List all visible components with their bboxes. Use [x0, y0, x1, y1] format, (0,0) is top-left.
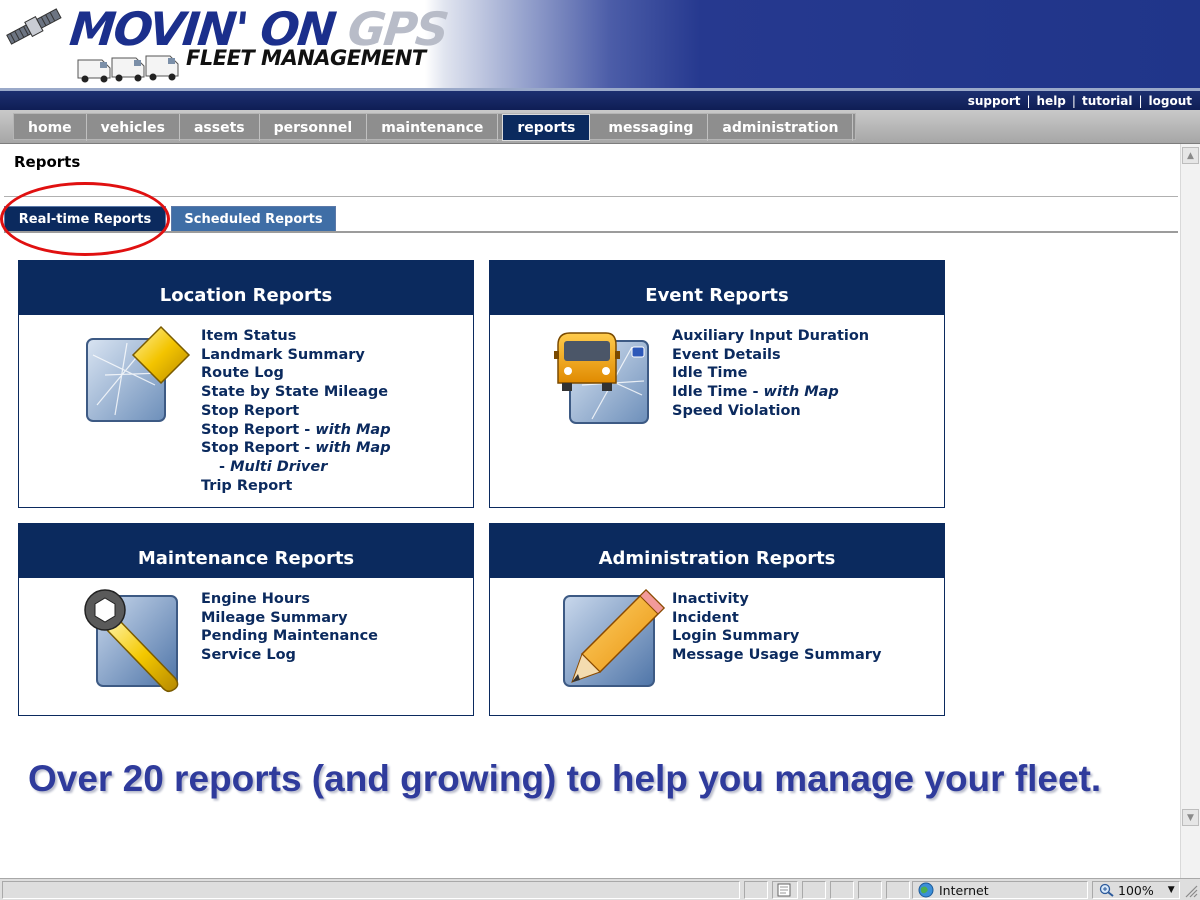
status-cell [886, 881, 910, 899]
logout-link[interactable]: logout [1143, 94, 1198, 108]
report-link-event-details[interactable]: Event Details [672, 346, 869, 365]
wrench-icon [84, 589, 179, 693]
scroll-up-icon[interactable]: ▲ [1182, 147, 1199, 164]
vans-icon [77, 55, 179, 83]
page-title: Reports [14, 153, 81, 171]
report-link-incident[interactable]: Incident [672, 609, 881, 628]
report-link-auxiliary-input[interactable]: Auxiliary Input Duration [672, 327, 869, 346]
zoom-icon [1099, 883, 1114, 897]
security-zone[interactable]: Internet [912, 881, 1088, 899]
vertical-scrollbar[interactable]: ▲ ▼ [1180, 144, 1200, 878]
event-reports-panel: Event Reports Auxiliary Input Duration E… [489, 260, 945, 508]
panel-title: Event Reports [490, 261, 944, 315]
status-text [2, 881, 740, 899]
header-banner: MOVIN' ON GPS FLEET MANAGEMENT [0, 0, 1200, 88]
utility-links: support | help | tutorial | logout [962, 94, 1198, 108]
scroll-down-icon[interactable]: ▼ [1182, 809, 1199, 826]
zoom-level: 100% [1118, 882, 1154, 898]
divider [4, 196, 1178, 197]
report-link-multi-driver[interactable]: - Multi Driver [201, 458, 391, 477]
report-link-login-summary[interactable]: Login Summary [672, 627, 881, 646]
nav-bar: home vehicles assets personnel maintenan… [13, 113, 857, 141]
report-link-list: Item Status Landmark Summary Route Log S… [201, 327, 391, 495]
nav-reports[interactable]: reports [502, 114, 591, 141]
report-link-stop-report[interactable]: Stop Report [201, 402, 391, 421]
divider [4, 231, 1178, 233]
status-bar: Internet 100% ▼ [0, 878, 1200, 900]
panel-title: Administration Reports [490, 524, 944, 578]
report-link-stop-report-map-multi[interactable]: Stop Report - with Map [201, 439, 391, 458]
utility-bar: support | help | tutorial | logout [0, 88, 1200, 110]
status-cell [772, 881, 798, 899]
globe-icon [918, 882, 934, 898]
report-link-landmark-summary[interactable]: Landmark Summary [201, 346, 391, 365]
report-link-idle-time[interactable]: Idle Time [672, 364, 869, 383]
resize-grip-icon[interactable] [1182, 882, 1198, 898]
maintenance-reports-panel: Maintenance Reports Engine Hours Mileage… [18, 523, 474, 716]
main-content: Reports Real-time Reports Scheduled Repo… [0, 144, 1180, 878]
report-link-list: Engine Hours Mileage Summary Pending Mai… [201, 590, 378, 665]
tab-real-time-reports[interactable]: Real-time Reports [4, 206, 166, 232]
van-map-icon [554, 332, 649, 424]
report-link-service-log[interactable]: Service Log [201, 646, 378, 665]
report-link-speed-violation[interactable]: Speed Violation [672, 402, 869, 421]
nav-messaging[interactable]: messaging [594, 114, 709, 141]
report-link-idle-time-map[interactable]: Idle Time - with Map [672, 383, 869, 402]
report-link-mileage-summary[interactable]: Mileage Summary [201, 609, 378, 628]
report-link-trip-report[interactable]: Trip Report [201, 477, 391, 496]
report-link-stop-report-map[interactable]: Stop Report - with Map [201, 421, 391, 440]
status-cell [830, 881, 854, 899]
report-link-engine-hours[interactable]: Engine Hours [201, 590, 378, 609]
report-link-state-mileage[interactable]: State by State Mileage [201, 383, 391, 402]
map-diamond-icon [86, 325, 191, 422]
report-link-route-log[interactable]: Route Log [201, 364, 391, 383]
report-link-list: Auxiliary Input Duration Event Details I… [672, 327, 869, 421]
administration-reports-panel: Administration Reports Inactivity Incide… [489, 523, 945, 716]
support-link[interactable]: support [962, 94, 1027, 108]
brand-tagline: FLEET MANAGEMENT [186, 46, 426, 70]
nav-maintenance[interactable]: maintenance [367, 114, 499, 141]
report-link-pending-maintenance[interactable]: Pending Maintenance [201, 627, 378, 646]
browser-page: MOVIN' ON GPS FLEET MANAGEMENT support |… [0, 0, 1200, 900]
status-cell [858, 881, 882, 899]
promo-caption: Over 20 reports (and growing) to help yo… [28, 758, 1102, 799]
report-link-message-usage[interactable]: Message Usage Summary [672, 646, 881, 665]
location-reports-panel: Location Reports Item Status Landmark Su… [18, 260, 474, 508]
report-link-list: Inactivity Incident Login Summary Messag… [672, 590, 881, 665]
report-link-item-status[interactable]: Item Status [201, 327, 391, 346]
status-cell [802, 881, 826, 899]
nav-vehicles[interactable]: vehicles [87, 114, 180, 141]
status-cell [744, 881, 768, 899]
nav-personnel[interactable]: personnel [260, 114, 368, 141]
tutorial-link[interactable]: tutorial [1076, 94, 1139, 108]
zone-label: Internet [939, 882, 989, 898]
panel-title: Maintenance Reports [19, 524, 473, 578]
chevron-down-icon[interactable]: ▼ [1168, 885, 1175, 895]
nav-assets[interactable]: assets [180, 114, 260, 141]
pencil-icon [563, 588, 666, 687]
page-status-icon [777, 883, 791, 897]
panel-title: Location Reports [19, 261, 473, 315]
brand-logo[interactable]: MOVIN' ON GPS FLEET MANAGEMENT [0, 0, 450, 88]
satellite-icon [6, 8, 62, 45]
main-nav: home vehicles assets personnel maintenan… [0, 110, 1200, 144]
nav-administration[interactable]: administration [708, 114, 854, 141]
report-link-inactivity[interactable]: Inactivity [672, 590, 881, 609]
nav-home[interactable]: home [14, 114, 87, 141]
help-link[interactable]: help [1031, 94, 1072, 108]
tab-scheduled-reports[interactable]: Scheduled Reports [171, 206, 336, 232]
zoom-control[interactable]: 100% ▼ [1092, 881, 1180, 899]
